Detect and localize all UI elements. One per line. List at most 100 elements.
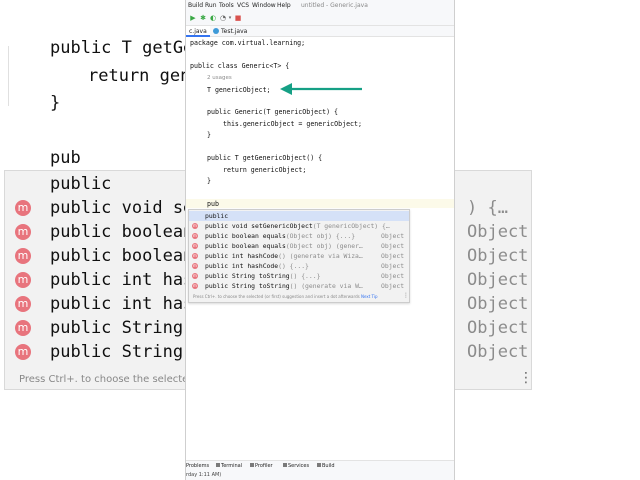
bg-popup-row-type: Object [467, 246, 529, 266]
tool-label: Terminal [221, 463, 243, 469]
completion-item-params: (T genericObject) {… [312, 222, 390, 230]
code-getter-body: return genericObject; [223, 166, 307, 174]
completion-item-type: Object [381, 272, 405, 280]
completion-item-params: () {...} [278, 262, 309, 270]
completion-item-type: Object [381, 252, 405, 260]
bg-popup-row-text: public boolean [50, 222, 204, 242]
tool-build[interactable]: Build [317, 463, 335, 469]
method-icon: m [15, 344, 31, 360]
kebab-menu-icon[interactable]: ⋮ [403, 292, 409, 299]
completion-item-type: Object [381, 262, 405, 270]
bg-popup-row-text: public int has [50, 270, 194, 290]
tool-label: Build [322, 463, 335, 469]
completion-item-text: public boolean equals [205, 242, 286, 250]
method-icon: m [192, 233, 198, 239]
completion-item-text: public int hashCode [205, 262, 279, 270]
tool-label: Profiler [255, 463, 273, 469]
bg-popup-hint: Press Ctrl+. to choose the selected (o [19, 374, 208, 385]
tab-test-java[interactable]: Test.java [210, 26, 250, 37]
toolbar: ▶ ✱ ◐ ◔ ▾ ■ [186, 12, 454, 26]
bg-popup-row-text: public void set [50, 198, 204, 218]
bg-popup-row-text: public int has [50, 294, 194, 314]
tool-label: Services [288, 463, 310, 469]
usages-hint[interactable]: 2 usages [207, 75, 232, 81]
bg-popup-row-type: Object [467, 222, 529, 242]
method-icon: m [15, 200, 31, 216]
status-text: rday 1:11 AM) [186, 472, 222, 478]
menu-run[interactable]: Run [205, 2, 217, 9]
bg-popup-row-type: Object [467, 318, 529, 338]
completion-item-text: public [205, 212, 229, 220]
annotation-arrow [280, 83, 362, 95]
code-ctor-close: } [207, 131, 211, 139]
completion-item-params: () {...} [289, 272, 321, 280]
completion-item-params: () (generate via Wiza… [278, 252, 363, 260]
completion-hint: Press Ctrl+. to choose the selected (or … [193, 294, 378, 299]
completion-item-text: public String toString [205, 282, 290, 290]
menu-tools[interactable]: Tools [219, 2, 234, 9]
completion-item-type: Object [381, 282, 405, 290]
bg-popup-row-text: public boolean [50, 246, 204, 266]
tool-label: Problems [186, 463, 210, 469]
completion-item[interactable]: m public String toString() {...} Object [189, 271, 409, 281]
terminal-icon [216, 463, 220, 467]
caret-line-highlight [186, 199, 454, 208]
menu-vcs[interactable]: VCS [237, 2, 249, 9]
completion-item-type: Object [381, 242, 405, 250]
completion-item[interactable]: public [189, 211, 409, 221]
chevron-down-icon[interactable]: ▾ [226, 14, 234, 22]
completion-item-text: public boolean equals [205, 232, 286, 240]
tool-terminal[interactable]: Terminal [216, 463, 242, 469]
code-getter-decl: public T getGenericObject() { [207, 154, 323, 162]
completion-item[interactable]: m public int hashCode() (generate via Wi… [189, 251, 409, 261]
method-icon: m [192, 263, 198, 269]
bg-popup-row-text: public [50, 174, 112, 194]
debug-icon[interactable]: ✱ [199, 14, 207, 22]
menu-build[interactable]: Build [188, 2, 203, 9]
code-field: T genericObject; [207, 86, 271, 94]
build-icon [317, 463, 321, 467]
tool-profiler[interactable]: Profiler [250, 463, 273, 469]
tab-label: c.java [189, 28, 207, 35]
completion-item[interactable]: m public boolean equals(Object obj) (gen… [189, 241, 409, 251]
menu-help[interactable]: Help [277, 2, 291, 9]
code-ctor-body: this.genericObject = genericObject; [223, 120, 362, 128]
next-tip-link[interactable]: Next Tip [361, 294, 378, 299]
bg-popup-row-text: public String t [50, 318, 204, 338]
menu-window[interactable]: Window [252, 2, 276, 9]
completion-item[interactable]: m public void setGenericObject(T generic… [189, 221, 409, 231]
profiler-icon [250, 463, 254, 467]
completion-hint-text: Press Ctrl+. to choose the selected (or … [193, 294, 360, 299]
stop-icon[interactable]: ■ [234, 14, 242, 22]
completion-item-text: public void setGenericObject [205, 222, 313, 230]
code-class-decl: public class Generic<T> { [190, 62, 290, 70]
tool-problems[interactable]: Problems [186, 463, 209, 469]
run-icon[interactable]: ▶ [189, 14, 197, 22]
method-icon: m [15, 224, 31, 240]
method-icon: m [192, 283, 198, 289]
coverage-icon[interactable]: ◐ [209, 14, 217, 22]
tool-services[interactable]: Services [283, 463, 309, 469]
editor-tabs: c.java Test.java [186, 26, 454, 37]
method-icon: m [192, 253, 198, 259]
status-bar: rday 1:11 AM) [186, 470, 454, 480]
completion-item-type: Object [381, 232, 405, 240]
completion-item[interactable]: m public boolean equals(Object obj) {...… [189, 231, 409, 241]
completion-item[interactable]: m public String toString() (generate via… [189, 281, 409, 291]
completion-item-params: (Object obj) (gener… [285, 242, 363, 250]
completion-item[interactable]: m public int hashCode() {...} Object [189, 261, 409, 271]
ide-window: Build Run Tools VCS Window Help untitled… [185, 0, 455, 480]
bg-popup-row-type: Object [467, 342, 529, 362]
code-ctor-decl: public Generic(T genericObject) { [207, 108, 339, 116]
kebab-menu-icon: ⋮ [519, 370, 533, 386]
method-icon: m [15, 272, 31, 288]
completion-item-text: public String toString [205, 272, 290, 280]
completion-item-params: () (generate via W… [289, 282, 363, 290]
services-icon [283, 463, 287, 467]
tab-generic-java[interactable]: c.java [186, 26, 210, 37]
code-editor[interactable]: package com.virtual.learning; public cla… [186, 37, 454, 460]
method-icon: m [192, 243, 198, 249]
menu-bar: Build Run Tools VCS Window Help untitled… [186, 0, 454, 12]
bg-popup-row-type: Object [467, 294, 529, 314]
completion-popup: public m public void setGenericObject(T … [188, 209, 410, 303]
